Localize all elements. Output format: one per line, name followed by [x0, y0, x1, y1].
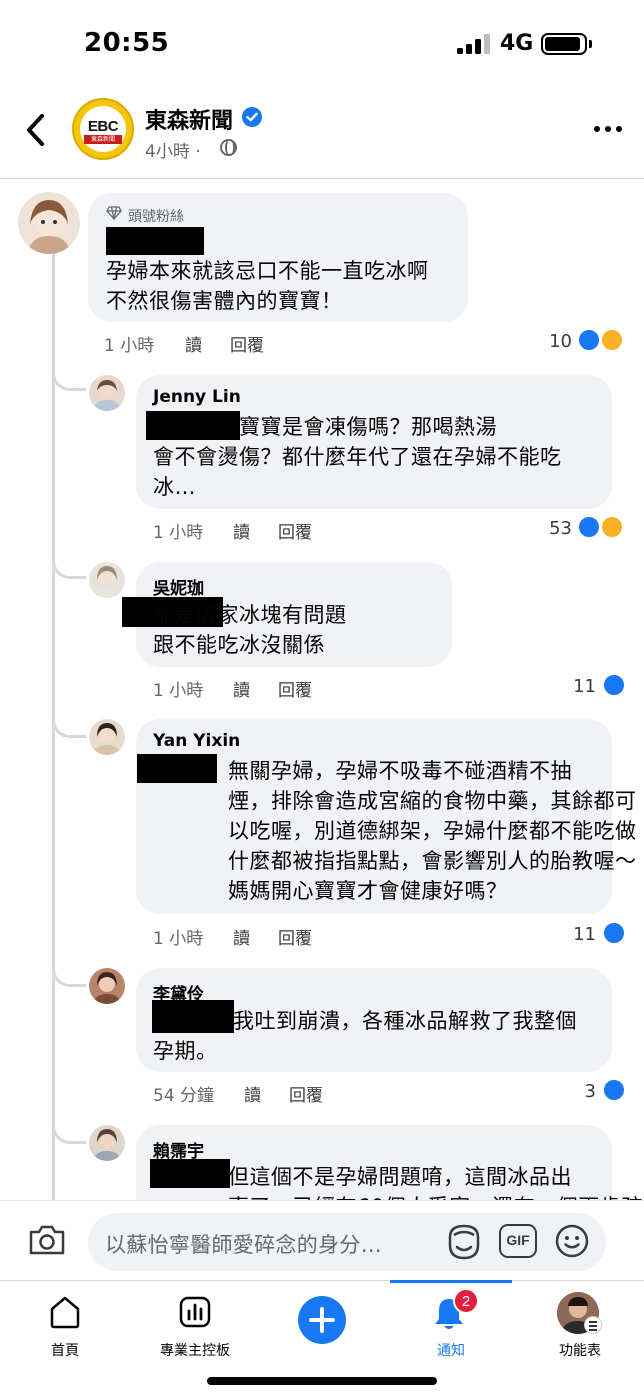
thread-connector [52, 555, 86, 579]
network-label: 4G [500, 31, 534, 56]
reaction-count[interactable]: 11 [556, 924, 596, 945]
like-button[interactable]: 讀 [233, 924, 250, 949]
diamond-icon [106, 206, 122, 220]
like-reaction-icon [577, 515, 601, 539]
verified-badge-icon [242, 107, 262, 127]
comment-input-placeholder: 以蘇怡寧醫師愛碎念的身分… [105, 1233, 382, 1257]
page-logo[interactable]: EBC 東森新聞 [72, 98, 134, 160]
reaction-count[interactable]: 11 [556, 676, 596, 697]
thread-connector [52, 367, 86, 391]
battery-icon [541, 33, 587, 55]
commenter-name[interactable]: Yan Yixin [153, 731, 240, 751]
comment-time: 1 小時 [153, 929, 204, 949]
top-fan-badge: 頭號粉絲 [128, 209, 184, 225]
commenter-avatar[interactable] [89, 719, 125, 755]
thread-connector [52, 963, 86, 987]
comment-time: 1 小時 [104, 336, 155, 356]
header-divider [0, 178, 644, 179]
comment-text: 那是店家冰塊有問題 跟不能吃冰沒關係 [153, 603, 347, 657]
tab-menu-label: 功能表 [559, 1343, 601, 1359]
tab-dashboard-label: 專業主控板 [160, 1343, 230, 1359]
reply-button[interactable]: 回覆 [278, 518, 312, 543]
emoji-icon [555, 1224, 589, 1258]
home-icon [50, 1296, 80, 1329]
plus-icon [309, 1307, 335, 1333]
redacted-mention [137, 754, 217, 783]
comment-time: 1 小時 [153, 681, 204, 701]
avatar-sticker-button[interactable] [444, 1223, 484, 1261]
commenter-avatar[interactable] [89, 375, 125, 411]
post-time[interactable]: 4小時 · [145, 137, 201, 162]
commenter-name[interactable]: Jenny Lin [153, 387, 241, 407]
avatar-sticker-icon [448, 1224, 480, 1260]
camera-icon [29, 1225, 65, 1255]
commenter-avatar[interactable] [89, 1125, 125, 1161]
redacted-mention [146, 411, 240, 440]
logo-mark: EBC [87, 118, 119, 135]
globe-icon [220, 139, 237, 156]
like-button[interactable]: 讀 [233, 518, 250, 543]
dashboard-icon [179, 1296, 211, 1328]
reaction-count[interactable]: 3 [556, 1081, 596, 1102]
thread-connector [52, 1120, 86, 1144]
comment-time: 1 小時 [153, 523, 204, 543]
chevron-left-icon [27, 114, 44, 146]
emoji-button[interactable] [554, 1223, 590, 1259]
comment-text: 無關孕婦，孕婦不吸毒不碰酒精不抽 煙，排除會造成宮縮的食物中藥，其餘都可 以吃喔… [228, 759, 637, 903]
comment-text: 孕婦本來就該忌口不能一直吃冰啊 不然很傷害體內的寶寶！ [106, 259, 429, 313]
create-post-button[interactable] [298, 1296, 346, 1344]
more-options-button[interactable] [594, 126, 622, 134]
like-reaction-icon [602, 673, 626, 697]
haha-reaction-icon [600, 328, 624, 352]
menu-hamburger-icon [584, 1316, 602, 1334]
page-name[interactable]: 東森新聞 [145, 103, 233, 135]
tab-home-label: 首頁 [51, 1343, 79, 1359]
logo-subtext: 東森新聞 [84, 135, 122, 144]
like-reaction-icon [602, 921, 626, 945]
commenter-avatar[interactable] [89, 968, 125, 1004]
like-reaction-icon [602, 1078, 626, 1102]
gif-button[interactable]: GIF [499, 1224, 537, 1258]
like-button[interactable]: 讀 [233, 676, 250, 701]
signal-icon [457, 34, 491, 54]
reply-button[interactable]: 回覆 [230, 331, 264, 356]
back-button[interactable] [22, 112, 52, 148]
notification-count-badge: 2 [453, 1288, 479, 1314]
status-time: 20:55 [84, 28, 170, 58]
redacted-name [106, 227, 204, 255]
camera-button[interactable] [28, 1224, 66, 1256]
comment-time: 54 分鐘 [153, 1086, 215, 1106]
reaction-count[interactable]: 53 [532, 518, 572, 539]
tab-notifications-label: 通知 [437, 1343, 465, 1359]
active-tab-indicator [390, 1280, 512, 1283]
commenter-avatar[interactable] [18, 192, 80, 254]
thread-connector [52, 714, 86, 738]
reply-button[interactable]: 回覆 [289, 1081, 323, 1106]
reply-button[interactable]: 回覆 [278, 676, 312, 701]
like-button[interactable]: 讀 [244, 1081, 261, 1106]
battery-tip [589, 40, 592, 48]
commenter-avatar[interactable] [89, 562, 125, 598]
like-button[interactable]: 讀 [185, 331, 202, 356]
like-reaction-icon [577, 328, 601, 352]
comment-text: 我吐到崩潰，各種冰品解救了我整個 孕期。 [153, 1009, 577, 1063]
reaction-count[interactable]: 10 [532, 331, 572, 352]
redacted-mention [150, 1159, 230, 1188]
reply-button[interactable]: 回覆 [278, 924, 312, 949]
commenter-name[interactable]: 吳妮珈 [153, 574, 204, 599]
home-indicator [207, 1377, 437, 1385]
haha-reaction-icon [600, 515, 624, 539]
